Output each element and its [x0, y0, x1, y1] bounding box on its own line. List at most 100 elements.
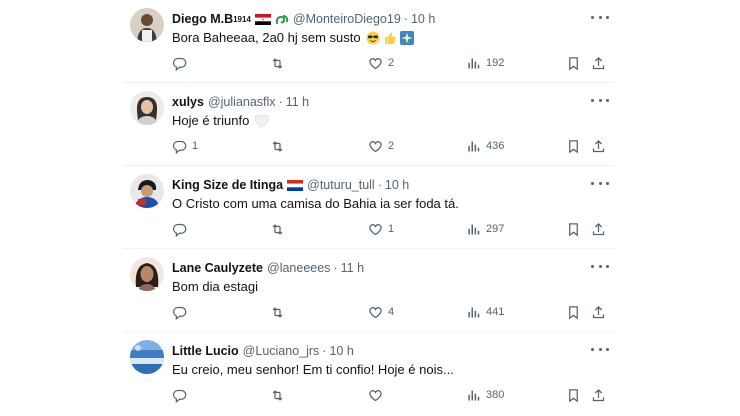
share-button[interactable] [591, 55, 606, 71]
like-count: 1 [388, 223, 395, 235]
timestamp[interactable]: 11 h [286, 95, 309, 109]
bookmark-icon [569, 305, 578, 319]
timestamp[interactable]: 10 h [329, 344, 353, 358]
display-name[interactable]: Lane Caulyzete [172, 261, 263, 275]
retweet-button[interactable] [270, 221, 290, 237]
reply-button[interactable] [172, 387, 192, 403]
share-button[interactable] [591, 387, 606, 403]
handle[interactable]: @laneeees [267, 261, 330, 275]
retweet-button[interactable] [270, 138, 290, 154]
share-button[interactable] [591, 304, 606, 320]
tweet-header: Little Lucio @Luciano_jrs · 10 h [172, 343, 614, 359]
more-options-icon[interactable] [591, 95, 609, 105]
tweet-actions: 1 2 436 [172, 138, 614, 154]
reply-button[interactable] [172, 221, 192, 237]
tweet[interactable]: Lane Caulyzete @laneeees · 11 h Bom dia … [123, 249, 614, 332]
bookmark-button[interactable] [566, 387, 581, 403]
sparkle-emoji [399, 30, 414, 45]
retweet-button[interactable] [270, 387, 290, 403]
bookmark-icon [569, 56, 578, 70]
avatar[interactable] [130, 174, 164, 208]
more-options-icon[interactable] [591, 261, 609, 271]
display-name[interactable]: Little Lucio [172, 344, 239, 358]
avatar[interactable] [130, 340, 164, 374]
retweet-icon [272, 306, 283, 318]
like-count: 2 [388, 57, 395, 69]
reply-button[interactable] [172, 304, 192, 320]
tweet-actions: 1 297 [172, 221, 614, 237]
heart-icon [369, 57, 382, 69]
reply-count: 1 [192, 140, 199, 152]
tweet-header: King Size de Itinga @tuturu_tull · 10 h [172, 177, 614, 193]
more-options-icon[interactable] [591, 178, 609, 188]
views-icon [468, 224, 480, 234]
handle[interactable]: @julianasflx [208, 95, 276, 109]
thumbs-up-emoji [383, 31, 397, 45]
tweet-text: Bom dia estagi [172, 279, 258, 294]
retweet-icon [272, 223, 283, 235]
reply-icon [172, 223, 187, 237]
like-button[interactable]: 2 [368, 138, 394, 154]
tweet-header: Diego M.B 1914 @MonteiroDiego19 · 10 h [172, 11, 614, 27]
more-options-icon[interactable] [591, 344, 609, 354]
tweet[interactable]: Diego M.B 1914 @MonteiroDiego19 · 10 h B… [123, 0, 614, 83]
timestamp[interactable]: 10 h [411, 12, 435, 26]
views-button[interactable]: 441 [466, 304, 504, 320]
view-count: 380 [486, 389, 505, 401]
tweet-text-content: Hoje é triunfo [172, 113, 250, 128]
tweet-text-content: Bom dia estagi [172, 279, 258, 294]
bookmark-button[interactable] [566, 221, 581, 237]
reply-button[interactable] [172, 55, 192, 71]
bookmark-button[interactable] [566, 55, 581, 71]
share-icon [592, 388, 605, 401]
like-button[interactable] [368, 387, 388, 403]
separator: · [278, 95, 283, 109]
views-icon [468, 141, 480, 151]
like-button[interactable]: 1 [368, 221, 394, 237]
tweet[interactable]: King Size de Itinga @tuturu_tull · 10 h … [123, 166, 614, 249]
retweet-button[interactable] [270, 304, 290, 320]
like-button[interactable]: 2 [368, 55, 394, 71]
reply-icon [172, 306, 187, 320]
reply-button[interactable]: 1 [172, 138, 198, 154]
avatar[interactable] [130, 257, 164, 291]
more-options-icon[interactable] [591, 12, 609, 22]
avatar[interactable] [130, 91, 164, 125]
share-button[interactable] [591, 138, 606, 154]
egypt-flag-icon [254, 13, 271, 25]
tweet[interactable]: Little Lucio @Luciano_jrs · 10 h Eu crei… [123, 332, 614, 415]
tweet[interactable]: xulys @julianasflx · 11 h Hoje é triunfo… [123, 83, 614, 166]
share-button[interactable] [591, 221, 606, 237]
views-button[interactable]: 436 [466, 138, 504, 154]
share-icon [592, 305, 605, 318]
retweet-icon [272, 140, 283, 152]
separator: · [377, 178, 382, 192]
display-name[interactable]: King Size de Itinga [172, 178, 283, 192]
avatar[interactable] [130, 8, 164, 42]
handle[interactable]: @MonteiroDiego19 [293, 12, 401, 26]
bookmark-button[interactable] [566, 304, 581, 320]
heart-icon [369, 306, 382, 318]
heart-icon [369, 140, 382, 152]
view-count: 297 [486, 223, 505, 235]
view-count: 436 [486, 140, 505, 152]
display-name[interactable]: xulys [172, 95, 204, 109]
reply-icon [172, 140, 187, 154]
name-suffix: 1914 [233, 14, 251, 24]
handle[interactable]: @tuturu_tull [307, 178, 375, 192]
sunglasses-emoji [366, 31, 380, 45]
views-button[interactable]: 380 [466, 387, 504, 403]
handle[interactable]: @Luciano_jrs [243, 344, 320, 358]
timestamp[interactable]: 10 h [385, 178, 409, 192]
display-name[interactable]: Diego M.B [172, 12, 233, 26]
views-button[interactable]: 297 [466, 221, 504, 237]
tweet-header: xulys @julianasflx · 11 h [172, 94, 614, 110]
views-button[interactable]: 192 [466, 55, 504, 71]
like-button[interactable]: 4 [368, 304, 394, 320]
separator: · [322, 344, 327, 358]
retweet-button[interactable] [270, 55, 290, 71]
timestamp[interactable]: 11 h [341, 261, 364, 275]
paraguay-flag-icon [287, 179, 304, 191]
bookmark-button[interactable] [566, 138, 581, 154]
retweet-icon [272, 389, 283, 401]
